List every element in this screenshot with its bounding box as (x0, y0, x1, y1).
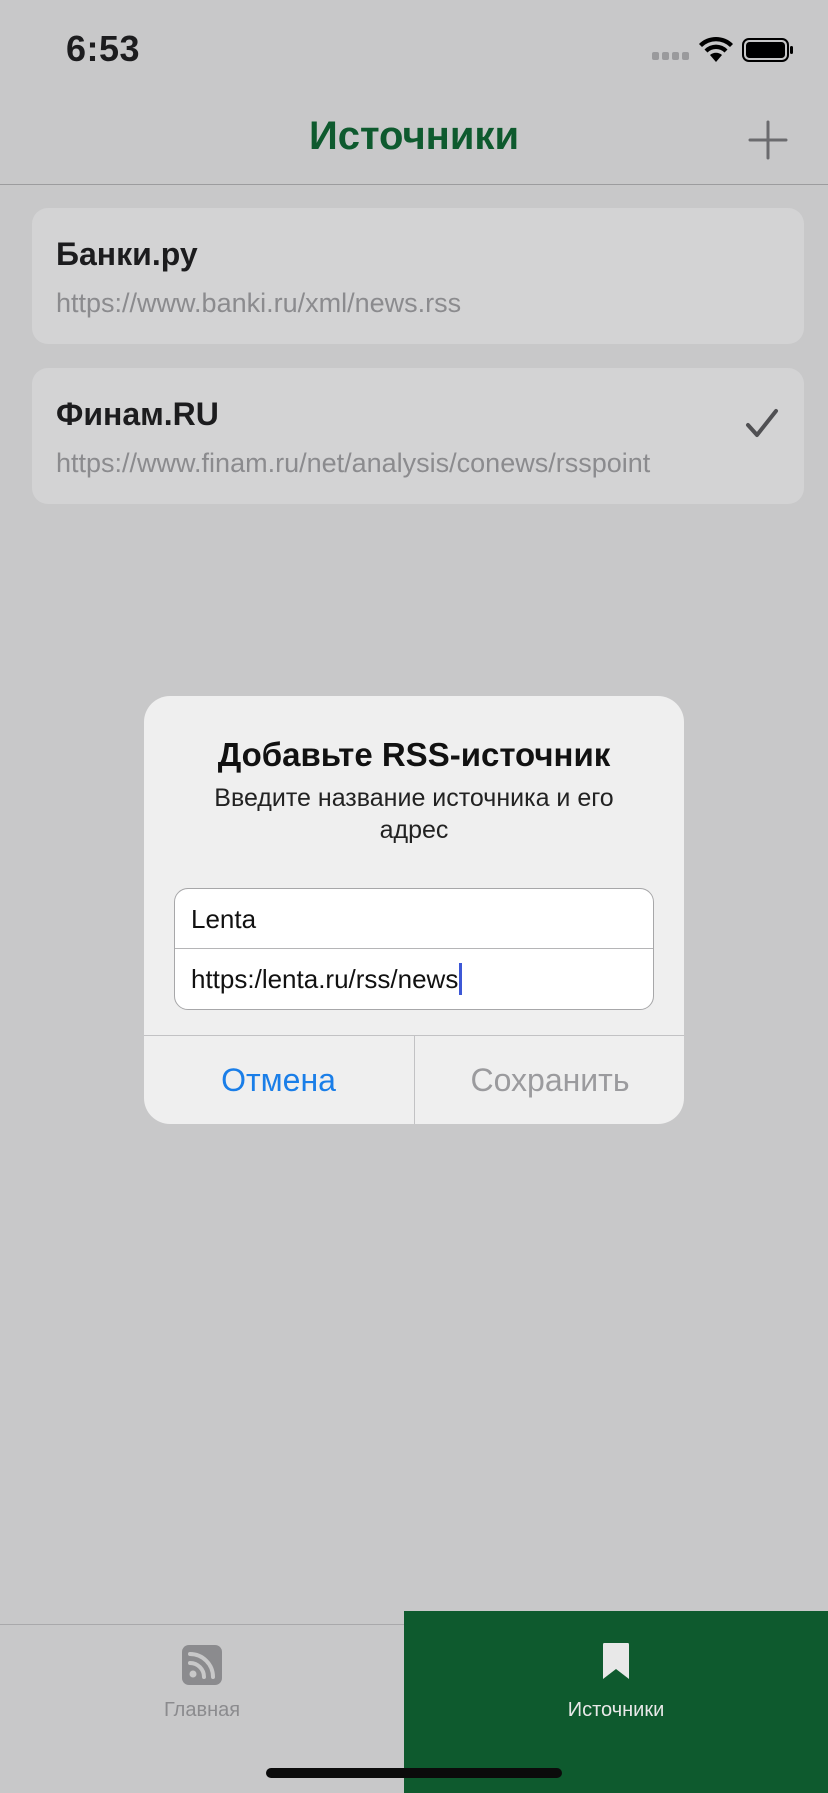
save-button[interactable]: Сохранить (414, 1036, 684, 1124)
wifi-icon (699, 36, 733, 62)
tab-sources[interactable]: Источники (404, 1611, 828, 1793)
checkmark-icon (746, 409, 778, 437)
source-title: Банки.ру (56, 236, 198, 272)
source-row[interactable]: Банки.ру https://www.banki.ru/xml/news.r… (32, 208, 804, 344)
source-name-field[interactable]: Lenta (175, 889, 653, 949)
source-row[interactable]: Финам.RU https://www.finam.ru/net/analys… (32, 368, 804, 504)
source-name-value: Lenta (191, 904, 257, 934)
page-title: Источники (308, 114, 520, 158)
source-url-value: https:/lenta.ru/rss/news (191, 964, 459, 994)
sources-list: Банки.ру https://www.banki.ru/xml/news.r… (32, 208, 804, 528)
dialog-fields: Lenta https:/lenta.ru/rss/news (174, 888, 654, 1010)
cancel-button[interactable]: Отмена (144, 1036, 413, 1124)
tab-home-label: Главная (163, 1699, 241, 1721)
status-time: 6:53 (66, 28, 141, 69)
cellular-signal-icon (652, 52, 692, 60)
add-source-dialog: Добавьте RSS-источник Введите название и… (144, 696, 684, 1124)
rss-icon (182, 1645, 222, 1685)
bookmark-icon (603, 1643, 629, 1679)
dialog-actions: Отмена Сохранить (144, 1035, 684, 1124)
dialog-title: Добавьте RSS-источник (217, 736, 611, 773)
source-url-field[interactable]: https:/lenta.ru/rss/news (175, 949, 653, 1009)
source-url: https://www.finam.ru/net/analysis/conews… (56, 448, 651, 478)
battery-icon (742, 38, 793, 62)
plus-icon[interactable] (744, 116, 792, 164)
text-caret (459, 963, 463, 996)
status-bar: 6:53 (0, 0, 828, 96)
home-indicator (266, 1768, 562, 1778)
source-url: https://www.banki.ru/xml/news.rss (56, 288, 462, 318)
tab-sources-label: Источники (567, 1699, 665, 1721)
navigation-bar: Источники (0, 96, 828, 185)
source-title: Финам.RU (56, 396, 219, 432)
dialog-message: Введите название источника и его адрес (214, 784, 614, 844)
